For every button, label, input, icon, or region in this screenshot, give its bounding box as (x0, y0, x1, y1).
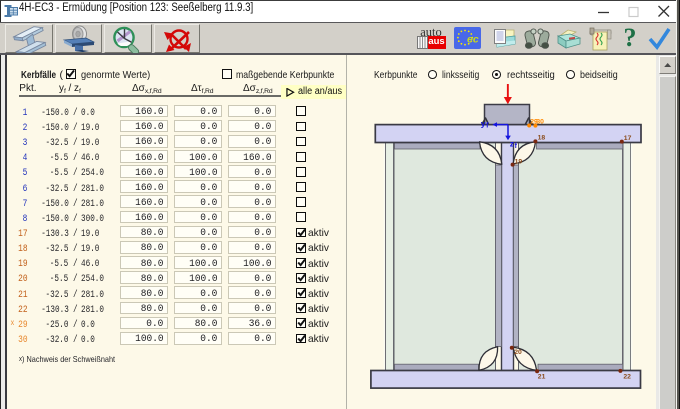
svg-text:ec: ec (467, 34, 479, 46)
svg-text:30: 30 (536, 118, 544, 125)
svg-text:20: 20 (514, 349, 522, 356)
svg-text:17: 17 (624, 135, 632, 142)
svg-text:21: 21 (538, 374, 546, 381)
svg-text:19: 19 (515, 158, 523, 165)
svg-text:18: 18 (538, 135, 546, 142)
svg-text:22: 22 (623, 373, 631, 380)
